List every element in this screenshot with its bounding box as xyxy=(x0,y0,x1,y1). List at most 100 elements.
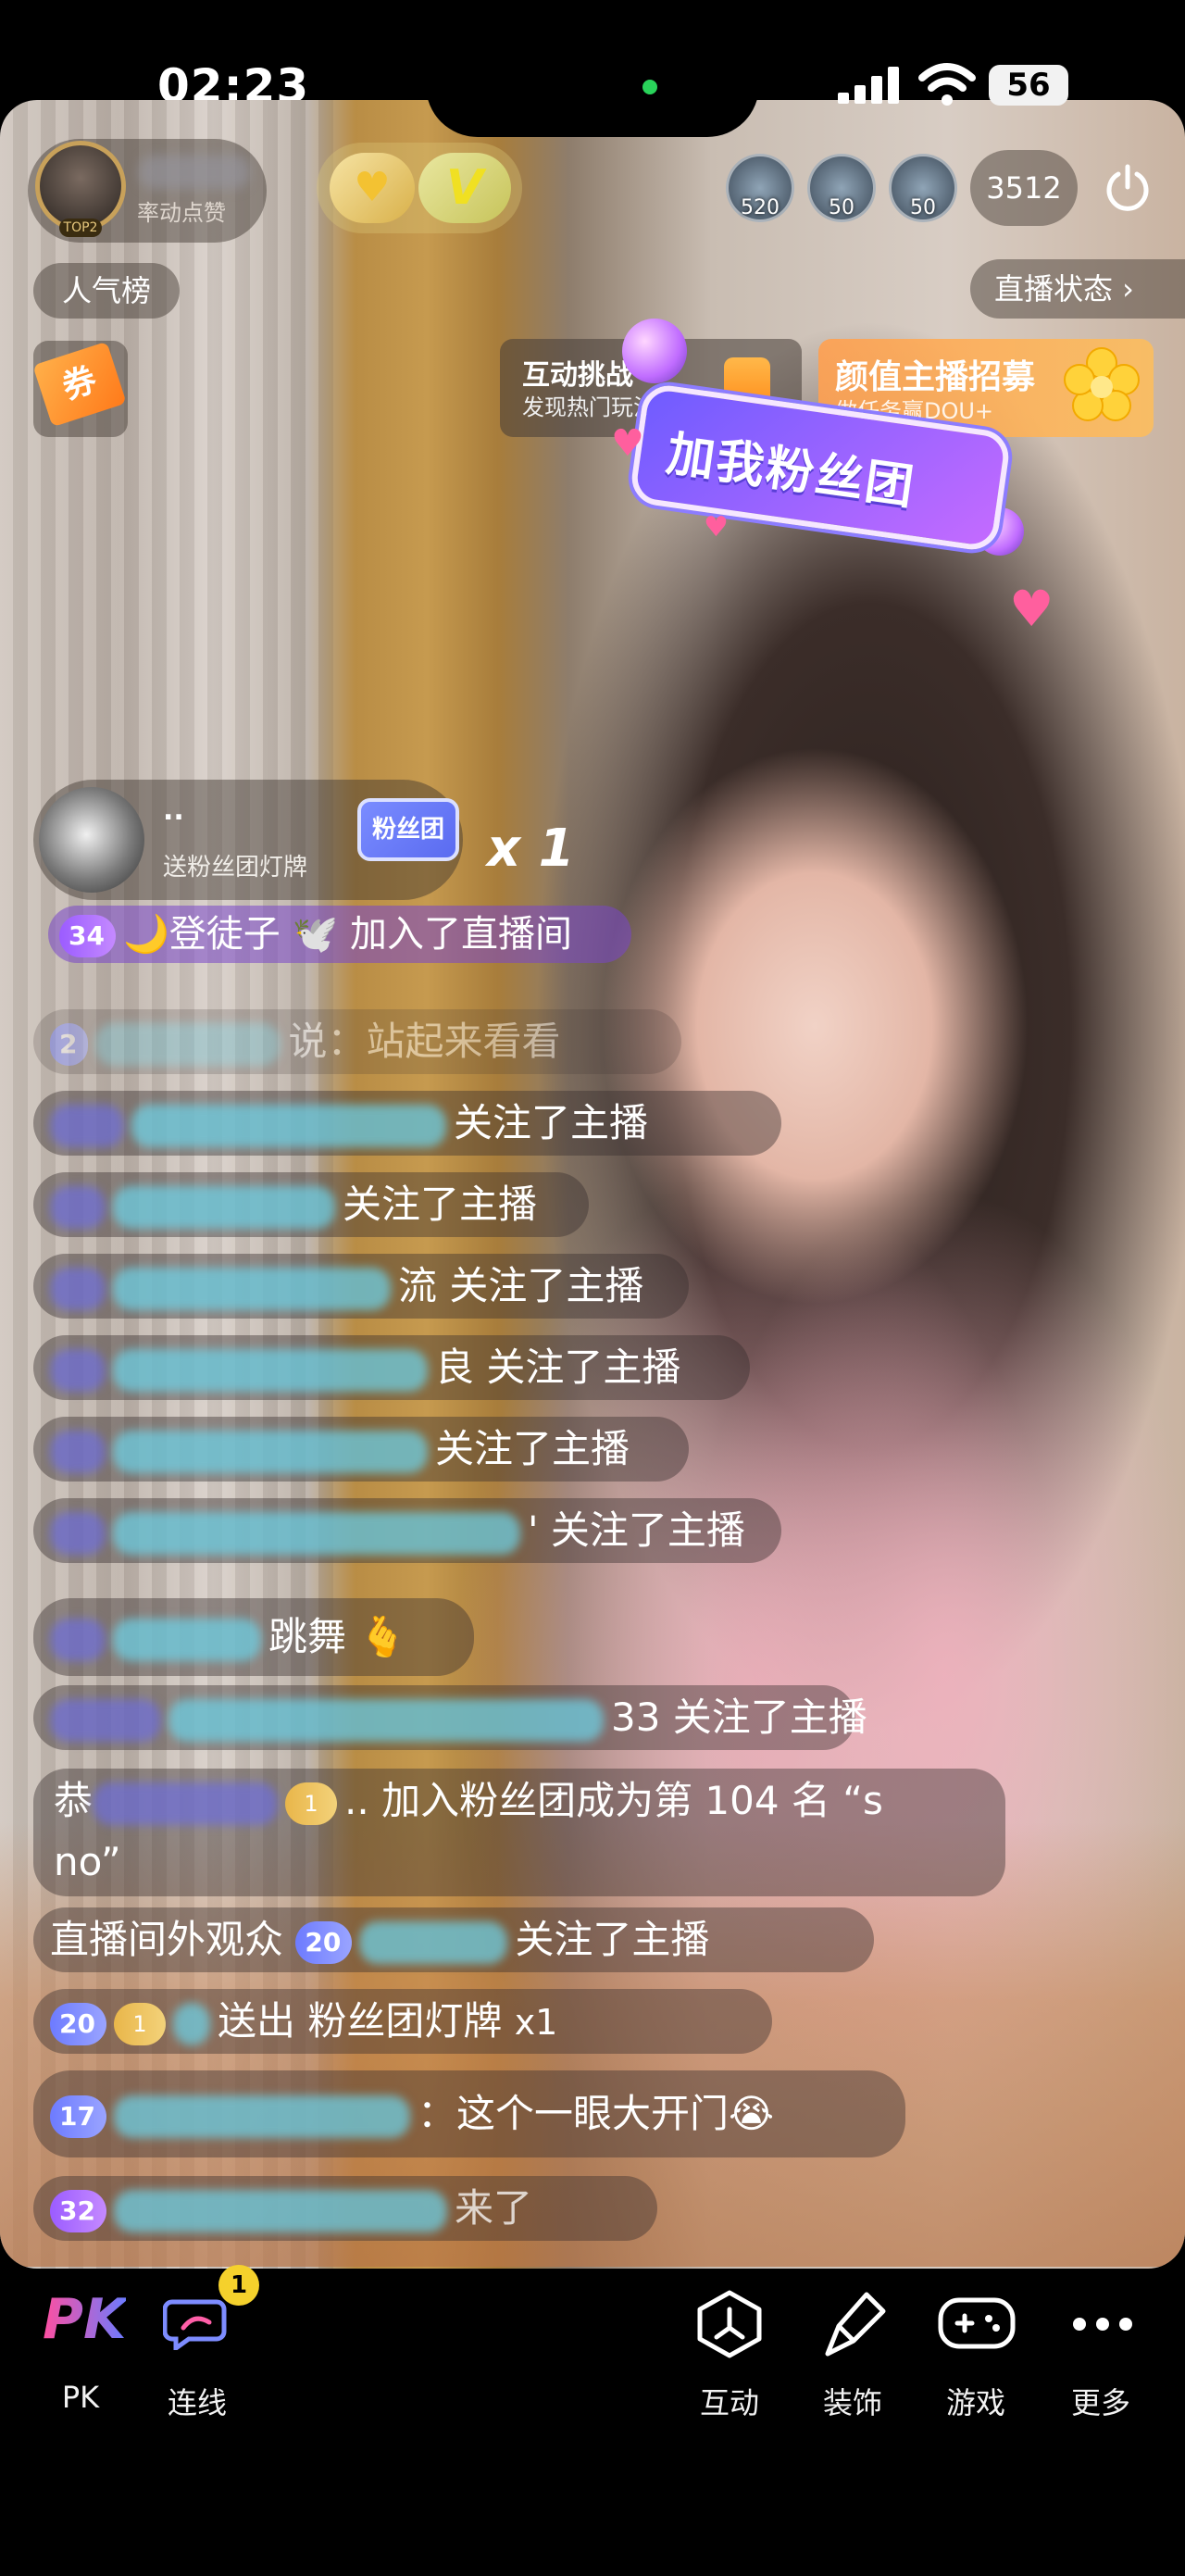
chat-message[interactable]: 关注了主播 xyxy=(33,1172,589,1237)
chat-message[interactable]: 2 说：站起来看看 xyxy=(33,1009,681,1074)
level-badge-blurred xyxy=(50,1618,106,1661)
join-room-text: 🌙登徒子 🕊️ 加入了直播间 xyxy=(122,913,573,956)
chat-message[interactable]: ' 关注了主播 xyxy=(33,1498,781,1563)
top-viewer-count-1: 520 xyxy=(741,196,780,219)
disco-ball-icon xyxy=(622,319,687,383)
gift-sender-avatar[interactable] xyxy=(39,787,144,893)
chat-message[interactable]: 流 关注了主播 xyxy=(33,1254,689,1319)
chat-message[interactable]: 17 ：这个一眼大开门😭 xyxy=(33,2070,905,2157)
pk-icon[interactable]: PK xyxy=(43,2287,126,2352)
chat-text: 跳舞 🫰 xyxy=(268,1614,407,1659)
battery-indicator: 56 xyxy=(989,65,1068,106)
pixel-heart-left-icon: ♥ xyxy=(611,422,644,465)
chat-text-prefix: 直播间外观众 xyxy=(50,1917,284,1962)
chat-text: 良 关注了主播 xyxy=(435,1344,681,1390)
chat-text: .. 加入粉丝团成为第 104 名 “s xyxy=(344,1778,883,1823)
online-count[interactable]: 3512 xyxy=(970,150,1078,226)
challenge-title: 互动挑战 xyxy=(522,359,633,392)
fan-club-badge-icon: 粉丝团 xyxy=(357,798,459,861)
level-badge-blurred xyxy=(50,1267,106,1310)
host-subtitle: 率动点赞 xyxy=(137,200,226,226)
username-blurred xyxy=(113,2095,410,2138)
chat-message[interactable]: 33 关注了主播 xyxy=(33,1685,867,1750)
gift-count: x 1 xyxy=(487,819,575,879)
chat-text: 关注了主播 xyxy=(454,1100,649,1145)
top-viewer-count-3: 50 xyxy=(910,196,936,219)
more-dots-icon[interactable] xyxy=(1070,2315,1135,2333)
chat-text-prefix: 恭 xyxy=(54,1778,94,1823)
chat-message[interactable]: 跳舞 🫰 xyxy=(33,1598,474,1676)
nav-label-interact[interactable]: 互动 xyxy=(679,2380,780,2422)
chat-message[interactable]: 20 1 送出 粉丝团灯牌 x1 xyxy=(33,1989,772,2054)
username-blurred xyxy=(95,1022,281,1066)
camera-notch xyxy=(426,0,759,137)
username-blurred xyxy=(359,1920,508,1964)
chat-text: 说：站起来看看 xyxy=(288,1019,561,1064)
vip-v-icon[interactable]: V xyxy=(418,153,511,223)
chat-text: 流 关注了主播 xyxy=(398,1263,644,1308)
interact-icon[interactable] xyxy=(694,2289,765,2359)
level-badge-blurred xyxy=(50,1185,106,1229)
challenge-subtitle: 发现热门玩法 xyxy=(522,394,655,420)
chat-text: ' 关注了主播 xyxy=(528,1507,745,1553)
username-blurred xyxy=(113,1348,428,1392)
chat-message[interactable]: 关注了主播 xyxy=(33,1091,781,1156)
notification-badge: 1 xyxy=(218,2265,259,2306)
chat-message[interactable]: 直播间外观众 20 关注了主播 xyxy=(33,1907,874,1972)
nav-label-pk[interactable]: PK xyxy=(30,2380,131,2415)
chat-message[interactable]: 关注了主播 xyxy=(33,1417,689,1482)
username-blurred xyxy=(113,1185,335,1229)
username-blurred xyxy=(113,1430,428,1473)
chat-message[interactable]: 良 关注了主播 xyxy=(33,1335,750,1400)
power-close-icon[interactable] xyxy=(1104,163,1152,211)
level-badge-blurred xyxy=(50,1430,106,1473)
chat-suffix: x1 xyxy=(514,2002,558,2043)
wifi-icon xyxy=(918,63,976,106)
nav-label-more[interactable]: 更多 xyxy=(1050,2380,1152,2422)
heart-icon[interactable]: ♥ xyxy=(330,153,415,223)
fan-club-level-badge: 1 xyxy=(113,2002,166,2045)
chat-message[interactable]: 32 来了 xyxy=(33,2176,657,2241)
username-blurred xyxy=(172,2002,210,2045)
gift-description: 送粉丝团灯牌 xyxy=(163,854,308,882)
chat-text: 送出 粉丝团灯牌 xyxy=(217,1998,503,2044)
gamepad-icon[interactable] xyxy=(937,2295,1017,2354)
gold-flower-icon xyxy=(1064,347,1140,421)
link-mic-icon[interactable] xyxy=(163,2295,237,2350)
level-badge: 20 xyxy=(50,2002,106,2045)
chat-text: 来了 xyxy=(454,2185,532,2231)
decorate-brush-icon[interactable] xyxy=(822,2289,891,2359)
username-blurred xyxy=(113,1618,261,1661)
pixel-heart-icon: ♥ xyxy=(1009,580,1054,638)
level-badge-blurred xyxy=(50,1698,161,1742)
level-badge-blurred xyxy=(50,1104,124,1147)
camera-indicator-dot xyxy=(642,80,657,94)
gift-sender-name: .. xyxy=(163,794,184,827)
username-blurred xyxy=(113,1511,520,1555)
level-badge: 34 xyxy=(59,915,116,957)
host-name-blurred xyxy=(139,156,250,189)
nav-label-link[interactable]: 连线 xyxy=(146,2380,248,2422)
username-blurred xyxy=(113,2189,447,2232)
pixel-heart-small-icon: ♥ xyxy=(704,511,729,544)
username-blurred xyxy=(131,1104,446,1147)
chat-text: ：这个一眼大开门😭 xyxy=(417,2091,775,2136)
join-room-message: 34 🌙登徒子 🕊️ 加入了直播间 xyxy=(48,906,631,963)
nav-label-game[interactable]: 游戏 xyxy=(925,2380,1027,2422)
level-badge-blurred xyxy=(50,1348,106,1392)
chat-text: 关注了主播 xyxy=(515,1917,710,1962)
signal-icon xyxy=(838,67,899,104)
chat-text-line-1: 恭 1.. 加入粉丝团成为第 104 名 “s xyxy=(54,1769,883,1833)
top-viewer-count-2: 50 xyxy=(829,196,854,219)
fan-club-level-badge: 1 xyxy=(285,1782,338,1825)
chat-text: 关注了主播 xyxy=(435,1426,630,1471)
host-rank-badge: TOP2 xyxy=(59,219,102,237)
nav-label-decorate[interactable]: 装饰 xyxy=(802,2380,904,2422)
username-blurred xyxy=(93,1782,279,1825)
level-badge: 20 xyxy=(295,1920,353,1964)
chat-text: 33 关注了主播 xyxy=(611,1694,867,1740)
username-blurred xyxy=(113,1267,391,1310)
popularity-rank-button[interactable]: 人气榜 xyxy=(33,263,180,319)
live-status-button[interactable]: 直播状态 › xyxy=(970,259,1185,319)
username-blurred xyxy=(168,1698,604,1742)
